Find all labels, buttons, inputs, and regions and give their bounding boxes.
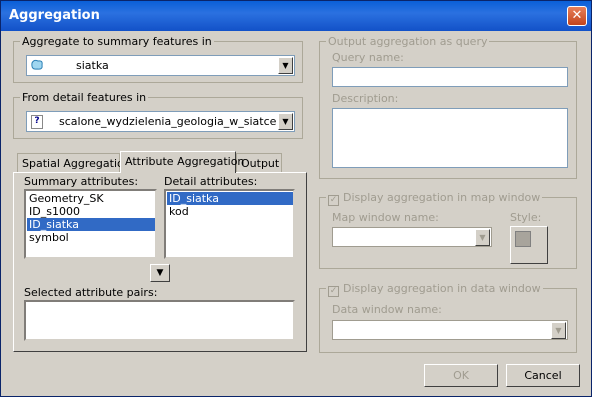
data-window-group: ✓ Display aggregation in data window Data… [319, 282, 577, 353]
close-icon: ✕ [571, 8, 583, 23]
map-window-checkbox[interactable]: ✓ [328, 195, 339, 206]
tab-attribute-aggregation[interactable]: Attribute Aggregation [120, 151, 244, 173]
attribute-aggregation-panel: Summary attributes: Geometry_SK ID_s1000… [13, 172, 307, 352]
data-window-name-select[interactable]: ▼ [332, 320, 568, 340]
arrow-down-icon: ▼ [156, 268, 164, 278]
summary-attributes-label: Summary attributes: [24, 175, 139, 188]
list-item[interactable]: kod [167, 205, 293, 218]
tab-label: Attribute Aggregation [125, 155, 245, 168]
title-bar[interactable]: Aggregation ✕ [1, 1, 591, 31]
map-window-name-select[interactable]: ▼ [332, 227, 492, 247]
map-window-name-label: Map window name: [332, 211, 439, 224]
aggregate-group: Aggregate to summary features in siatka … [13, 35, 303, 83]
output-query-group: Output aggregation as query Query name: … [319, 35, 577, 179]
aggregation-dialog: Aggregation ✕ Aggregate to summary featu… [0, 0, 592, 397]
data-window-checkbox[interactable]: ✓ [328, 286, 339, 297]
list-item[interactable]: symbol [27, 231, 155, 244]
selected-pairs-list[interactable] [24, 300, 295, 341]
chevron-down-icon[interactable]: ▼ [475, 229, 490, 246]
query-name-label: Query name: [332, 51, 404, 64]
unknown-layer-icon: ? [31, 115, 43, 129]
add-pair-button[interactable]: ▼ [150, 264, 170, 282]
detail-attributes-label: Detail attributes: [164, 175, 258, 188]
cancel-button[interactable]: Cancel [506, 364, 580, 387]
detail-attributes-list[interactable]: ID_siatka kod [164, 189, 295, 259]
detail-group: From detail features in ? scalone_wydzie… [13, 91, 303, 139]
tab-label: Spatial Aggregation [22, 157, 131, 170]
chevron-down-icon[interactable]: ▼ [278, 113, 293, 130]
list-item[interactable]: ID_s1000 [27, 205, 155, 218]
map-window-checkbox-row[interactable]: ✓ Display aggregation in map window [326, 191, 543, 206]
selected-pairs-label: Selected attribute pairs: [24, 286, 158, 299]
summary-attributes-list[interactable]: Geometry_SK ID_s1000 ID_siatka symbol [24, 189, 157, 259]
map-window-checkbox-label: Display aggregation in map window [343, 191, 541, 204]
detail-group-label: From detail features in [20, 91, 149, 104]
detail-layer-value: scalone_wydzielenia_geologia_w_siatce [59, 115, 277, 128]
data-window-checkbox-label: Display aggregation in data window [343, 282, 541, 295]
summary-layer-select[interactable]: siatka ▼ [26, 55, 295, 76]
window-title: Aggregation [9, 8, 100, 23]
query-name-input[interactable] [332, 67, 568, 87]
data-window-checkbox-row[interactable]: ✓ Display aggregation in data window [326, 282, 543, 297]
list-item-selected[interactable]: ID_siatka [167, 192, 293, 205]
style-button[interactable] [510, 226, 548, 264]
style-swatch-icon [515, 231, 531, 247]
close-button[interactable]: ✕ [567, 6, 587, 26]
tab-spatial-aggregation[interactable]: Spatial Aggregation [17, 153, 131, 173]
tab-label: Output [241, 157, 280, 170]
cancel-button-label: Cancel [524, 369, 562, 382]
style-label: Style: [510, 211, 542, 224]
list-item[interactable]: Geometry_SK [27, 192, 155, 205]
output-query-group-label: Output aggregation as query [326, 35, 490, 48]
description-textarea[interactable] [332, 108, 568, 168]
polygon-layer-icon [31, 59, 43, 70]
detail-layer-select[interactable]: ? scalone_wydzielenia_geologia_w_siatce … [26, 111, 295, 132]
aggregate-group-label: Aggregate to summary features in [20, 35, 214, 48]
list-item-selected[interactable]: ID_siatka [27, 218, 155, 231]
map-window-group: ✓ Display aggregation in map window Map w… [319, 191, 577, 269]
chevron-down-icon[interactable]: ▼ [278, 57, 293, 74]
ok-button[interactable]: OK [424, 364, 498, 387]
ok-button-label: OK [453, 369, 469, 382]
summary-layer-value: siatka [76, 59, 109, 72]
description-label: Description: [332, 92, 399, 105]
data-window-name-label: Data window name: [332, 303, 442, 316]
chevron-down-icon[interactable]: ▼ [551, 322, 566, 339]
